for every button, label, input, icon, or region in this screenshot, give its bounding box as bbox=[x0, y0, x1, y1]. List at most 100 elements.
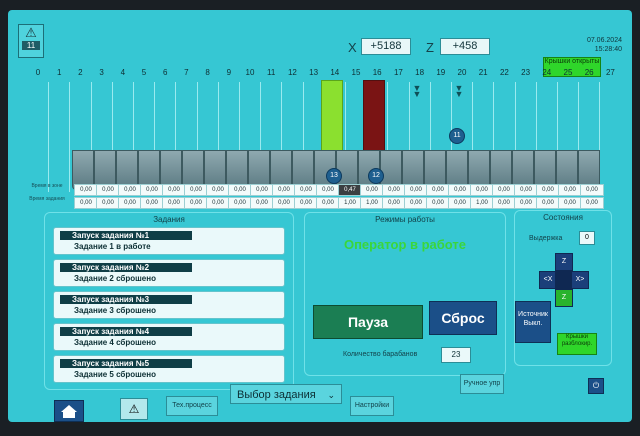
row2-cell: 1,00 bbox=[338, 197, 362, 209]
tasks-panel: Задания Запуск задания №1 Задание 1 в раб… bbox=[44, 212, 294, 390]
drums-qty-label: Количество барабанов bbox=[343, 351, 418, 358]
column-separator bbox=[48, 82, 50, 192]
row2-cell: 0,00 bbox=[140, 197, 164, 209]
home-button[interactable] bbox=[54, 400, 84, 422]
row1-cell: 0,00 bbox=[316, 184, 340, 196]
row1-cell: 0,00 bbox=[118, 184, 142, 196]
row1-cell: 0,00 bbox=[448, 184, 472, 196]
column-number: 6 bbox=[162, 68, 168, 77]
column-number: 26 bbox=[584, 68, 594, 77]
column-number: 5 bbox=[141, 68, 147, 77]
row1-cell: 0,00 bbox=[140, 184, 164, 196]
row2-cell: 0,00 bbox=[96, 197, 120, 209]
task-start-label: Запуск задания №1 bbox=[60, 231, 192, 240]
column-number: 1 bbox=[56, 68, 62, 77]
row1-cell: 0,00 bbox=[206, 184, 230, 196]
row2-cell: 0,00 bbox=[184, 197, 208, 209]
settings-button[interactable]: Настройки bbox=[350, 396, 394, 416]
drum-marker-11: 11 bbox=[449, 128, 465, 144]
row1-cell: 0,00 bbox=[250, 184, 274, 196]
task-item[interactable]: Запуск задания №3 Задание 3 сброшено bbox=[53, 291, 285, 319]
column-separator bbox=[69, 82, 71, 192]
power-icon[interactable]: ⏻ bbox=[588, 378, 604, 394]
column-number: 15 bbox=[351, 68, 361, 77]
warning-icon: ⚠ bbox=[25, 25, 37, 40]
column-number: 20 bbox=[457, 68, 467, 77]
row2-cell: 1,00 bbox=[360, 197, 384, 209]
alarm-count: 11 bbox=[22, 41, 40, 50]
x-right-button[interactable]: X> bbox=[571, 271, 589, 289]
column-number: 0 bbox=[35, 68, 41, 77]
row2-cell: 0,00 bbox=[514, 197, 538, 209]
manual-control-button[interactable]: Ручное упр bbox=[460, 374, 504, 394]
covers-unlock-button[interactable]: Крышки разблокир. bbox=[557, 333, 597, 355]
task-status: Задание 5 сброшено bbox=[74, 370, 156, 379]
time: 15:28:40 bbox=[594, 46, 622, 53]
column-number: 11 bbox=[267, 68, 276, 77]
chevron-down-icon: ⌄ bbox=[327, 390, 335, 400]
row2-cell: 0,00 bbox=[74, 197, 98, 209]
row1-cell: 0,00 bbox=[382, 184, 406, 196]
task-item[interactable]: Запуск задания №1 Задание 1 в работе bbox=[53, 227, 285, 255]
row1-cell: 0,47 bbox=[338, 184, 362, 196]
down-arrow-icon: ▼ ▼ bbox=[412, 83, 422, 99]
column-number: 2 bbox=[78, 68, 83, 77]
row1-cell: 0,00 bbox=[514, 184, 538, 196]
column-number: 27 bbox=[605, 68, 615, 77]
row2-cell: 0,00 bbox=[118, 197, 142, 209]
task-item[interactable]: Запуск задания №2 Задание 2 сброшено bbox=[53, 259, 285, 287]
column-number: 21 bbox=[478, 68, 488, 77]
task-select-dropdown[interactable]: Выбор задания ⌄ bbox=[230, 384, 342, 404]
row1-cell: 0,00 bbox=[426, 184, 450, 196]
column-number: 18 bbox=[415, 68, 425, 77]
station-15-fault-bar bbox=[363, 80, 385, 154]
column-number: 12 bbox=[287, 68, 297, 77]
hmi-screen: ⚠ 11 X +5188 Z +458 07.06.2024 15:28:40 … bbox=[8, 10, 632, 422]
row1-cell: 0,00 bbox=[272, 184, 296, 196]
row2-cell: 0,00 bbox=[448, 197, 472, 209]
task-status: Задание 1 в работе bbox=[74, 242, 151, 251]
row1-cell: 0,00 bbox=[492, 184, 516, 196]
row2-cell: 0,00 bbox=[404, 197, 428, 209]
reset-button[interactable]: Сброс bbox=[429, 301, 497, 335]
hold-label: Выдержка bbox=[529, 235, 563, 242]
drum-marker-13: 13 bbox=[326, 168, 342, 184]
row1-cell: 0,00 bbox=[162, 184, 186, 196]
z-down-button[interactable]: Z bbox=[555, 289, 573, 307]
row2-cell: 0,00 bbox=[558, 197, 582, 209]
row1-cell: 0,00 bbox=[580, 184, 604, 196]
row1-cell: 0,00 bbox=[404, 184, 428, 196]
source-off-button[interactable]: Источник Выкл. bbox=[515, 301, 551, 343]
row2-cell: 0,00 bbox=[294, 197, 318, 209]
task-status: Задание 3 сброшено bbox=[74, 306, 156, 315]
datetime: 07.06.2024 15:28:40 bbox=[587, 36, 622, 54]
column-number: 10 bbox=[245, 68, 255, 77]
date: 07.06.2024 bbox=[586, 37, 622, 44]
row1-cell: 0,00 bbox=[294, 184, 318, 196]
column-number: 19 bbox=[436, 68, 446, 77]
row2-cell: 0,00 bbox=[162, 197, 186, 209]
task-start-label: Запуск задания №2 bbox=[60, 263, 192, 272]
column-numbers: 0 1 2 3 4 5 6 7 8 9 10 11 12 13 14 15 16 17 18 19 20 21 22 23 24… bbox=[20, 68, 618, 80]
tech-process-button[interactable]: Тех.процесс bbox=[166, 396, 218, 416]
alarm-button[interactable]: ⚠ 11 bbox=[18, 24, 44, 58]
z-label: Z bbox=[426, 40, 434, 55]
row2-cell: 0,00 bbox=[426, 197, 450, 209]
tasks-title: Задания bbox=[153, 215, 185, 224]
row1-cell: 0,00 bbox=[360, 184, 384, 196]
station-13-active-bar bbox=[321, 80, 343, 154]
column-number: 22 bbox=[499, 68, 509, 77]
state-panel: Состояния Выдержка 0 Z <X X> Z Источник … bbox=[514, 210, 612, 366]
drums-qty-value[interactable]: 23 bbox=[441, 347, 471, 363]
z-up-button[interactable]: Z bbox=[555, 253, 573, 271]
task-item[interactable]: Запуск задания №5 Задание 5 сброшено bbox=[53, 355, 285, 383]
hold-value[interactable]: 0 bbox=[579, 231, 595, 245]
task-select-value: Выбор задания bbox=[237, 389, 316, 401]
column-number: 4 bbox=[120, 68, 126, 77]
task-status: Задание 2 сброшено bbox=[74, 274, 156, 283]
row2-label: Время задания bbox=[29, 196, 65, 202]
task-item[interactable]: Запуск задания №4 Задание 4 сброшено bbox=[53, 323, 285, 351]
warning-icon[interactable]: ⚠ bbox=[120, 398, 148, 420]
row1-cell: 0,00 bbox=[470, 184, 494, 196]
pause-button[interactable]: Пауза bbox=[313, 305, 423, 339]
